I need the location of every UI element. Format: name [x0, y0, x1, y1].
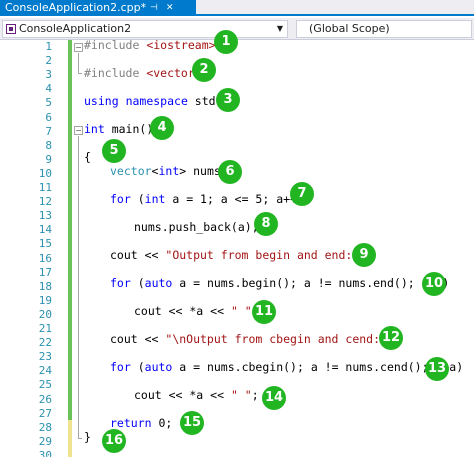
- change-indicator-unsaved: [68, 420, 72, 457]
- line-number: 30: [38, 448, 52, 457]
- code-line-close-brace: }: [84, 430, 91, 444]
- callout-badge-14: 14: [262, 386, 286, 410]
- line-number: 7: [45, 124, 52, 138]
- outline-tick: [78, 438, 82, 439]
- callout-badge-4: 4: [150, 116, 174, 140]
- document-tab-bar: ConsoleApplication2.cpp* ⊣ ✕: [0, 0, 474, 16]
- outline-line: [78, 136, 79, 438]
- line-number: 10: [38, 166, 52, 180]
- code-line-include-vector: #include <vector>: [84, 66, 202, 80]
- callout-badge-11: 11: [252, 300, 276, 324]
- code-line-cout-cbegin-cend: cout << "\nOutput from cbegin and cend: …: [110, 332, 401, 346]
- line-number: 29: [38, 434, 52, 448]
- code-line-open-brace: {: [84, 150, 91, 164]
- callout-badge-15: 15: [180, 411, 204, 435]
- line-number: 24: [38, 364, 52, 378]
- callout-badge-6: 6: [218, 160, 242, 184]
- line-number: 22: [38, 336, 52, 350]
- line-number: 27: [38, 406, 52, 420]
- code-line-cout-begin-end: cout << "Output from begin and end: ";: [110, 248, 373, 262]
- line-number: 16: [38, 251, 52, 265]
- code-line-using-namespace: using namespace std;: [84, 94, 223, 108]
- line-number: 14: [38, 223, 52, 237]
- line-number: 13: [38, 209, 52, 223]
- code-line-cout-a-1: cout << *a << " ";: [134, 304, 259, 318]
- document-tab[interactable]: ConsoleApplication2.cpp* ⊣ ✕: [0, 0, 196, 16]
- callout-badge-1: 1: [214, 30, 238, 54]
- code-editor[interactable]: 1 2 3 4 5 6 7 8 9 10 11 12 13 14 15 16 17 18 19 20 21 22 23 24 2…: [0, 30, 474, 457]
- line-number: 18: [38, 279, 52, 293]
- callout-badge-7: 7: [290, 182, 314, 206]
- callout-badge-16: 16: [102, 429, 126, 453]
- outline-line: [78, 53, 79, 73]
- code-line-for-2: for (auto a = nums.begin(); a != nums.en…: [110, 276, 450, 290]
- collapse-icon[interactable]: −: [74, 126, 83, 135]
- code-line-main: int main(): [84, 122, 154, 136]
- line-number: 9: [45, 152, 52, 166]
- cpp-project-icon: [6, 24, 16, 34]
- collapse-icon[interactable]: −: [74, 43, 83, 52]
- line-number: 5: [45, 96, 52, 110]
- scope-dropdown[interactable]: (Global Scope): [296, 20, 472, 38]
- callout-badge-12: 12: [379, 326, 403, 350]
- line-number: 12: [38, 195, 52, 209]
- project-dropdown[interactable]: ConsoleApplication2 ▼: [2, 20, 288, 38]
- code-line-for-3: for (auto a = nums.cbegin(); a != nums.c…: [110, 360, 464, 374]
- chevron-down-icon: ▼: [276, 24, 283, 33]
- line-number: 19: [38, 293, 52, 307]
- callout-badge-3: 3: [216, 88, 240, 112]
- line-number: 26: [38, 392, 52, 406]
- code-line-vector-decl: vector<int> nums;: [110, 164, 228, 178]
- outline-tick: [78, 73, 82, 74]
- close-icon[interactable]: ✕: [166, 0, 174, 16]
- line-number: 25: [38, 378, 52, 392]
- pin-icon[interactable]: ⊣: [150, 0, 158, 16]
- callout-badge-9: 9: [352, 243, 376, 267]
- line-number: 23: [38, 350, 52, 364]
- callout-badge-5: 5: [102, 139, 126, 163]
- tab-title: ConsoleApplication2.cpp*: [5, 1, 147, 14]
- callout-badge-2: 2: [192, 58, 216, 82]
- line-number: 8: [45, 138, 52, 152]
- code-line-include-iostream: #include <iostream>: [84, 38, 216, 52]
- callout-badge-10: 10: [422, 272, 446, 296]
- scope-name: (Global Scope): [309, 22, 390, 35]
- callout-badge-13: 13: [425, 357, 449, 381]
- line-number: 2: [45, 54, 52, 68]
- line-number: 28: [38, 420, 52, 434]
- line-number: 4: [45, 82, 52, 96]
- code-line-cout-a-2: cout << *a << " ";: [134, 388, 259, 402]
- line-number: 20: [38, 307, 52, 321]
- code-line-for-1: for (int a = 1; a <= 5; a++): [110, 192, 304, 206]
- change-indicator-saved: [68, 40, 72, 420]
- line-number: 1: [45, 40, 52, 53]
- line-number: 21: [38, 322, 52, 335]
- line-number: 11: [38, 181, 52, 194]
- line-number: 15: [38, 237, 52, 251]
- project-name: ConsoleApplication2: [19, 22, 132, 35]
- line-number: 3: [45, 68, 52, 82]
- line-number: 6: [45, 110, 52, 124]
- callout-badge-8: 8: [254, 212, 278, 236]
- line-number: 17: [38, 265, 52, 279]
- code-line-return: return 0;: [110, 416, 173, 430]
- code-line-push-back: nums.push_back(a);: [134, 220, 259, 234]
